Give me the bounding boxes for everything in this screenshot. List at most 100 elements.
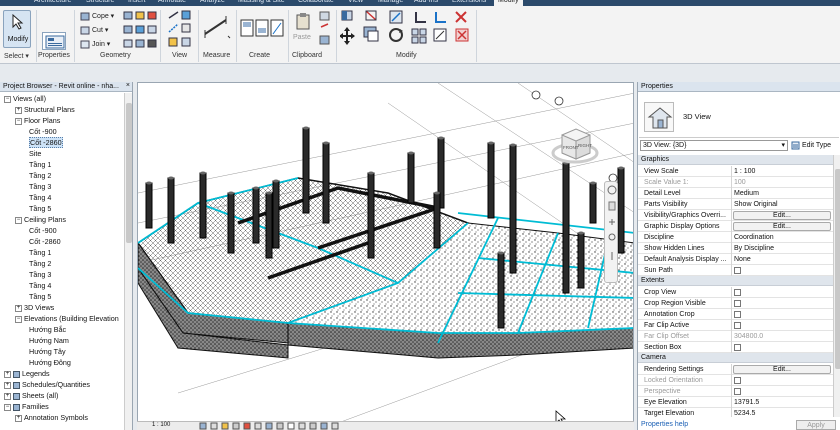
checkbox[interactable] bbox=[734, 300, 741, 307]
navigation-bar[interactable] bbox=[604, 181, 618, 283]
ribbon-tab[interactable]: View bbox=[348, 0, 363, 4]
property-value[interactable]: Edit... bbox=[731, 210, 833, 221]
edit-button[interactable]: Edit... bbox=[733, 222, 831, 231]
checkbox[interactable] bbox=[734, 322, 741, 329]
checkbox[interactable] bbox=[734, 344, 741, 351]
tree-item[interactable]: Tầng 1 bbox=[26, 247, 51, 258]
expand-icon[interactable]: + bbox=[15, 304, 22, 312]
project-browser-scrollbar[interactable] bbox=[124, 93, 132, 430]
edit-button[interactable]: Edit... bbox=[733, 365, 831, 374]
tree-item[interactable]: Cốt -2860 bbox=[26, 137, 63, 148]
ribbon-tab[interactable]: Architecture bbox=[34, 0, 71, 4]
tree-item[interactable]: Hướng Đông bbox=[26, 357, 71, 368]
property-value[interactable] bbox=[731, 342, 833, 353]
ribbon-tab[interactable]: Extensions bbox=[452, 0, 486, 4]
tree-item[interactable]: Tầng 3 bbox=[26, 181, 51, 192]
tree-item[interactable]: Hướng Bắc bbox=[26, 324, 66, 335]
cope-button[interactable]: Cope ▾ bbox=[92, 12, 114, 20]
tree-item[interactable]: + Schedules/Quantities bbox=[4, 379, 90, 390]
collapse-icon[interactable]: − bbox=[15, 117, 22, 125]
expand-icon[interactable]: + bbox=[4, 392, 11, 400]
property-value[interactable]: None bbox=[731, 254, 833, 265]
property-value[interactable]: Medium bbox=[731, 188, 833, 199]
tree-item[interactable]: + Annotation Symbols bbox=[15, 412, 88, 423]
measure-icon[interactable] bbox=[202, 14, 232, 44]
modify-tools-icon[interactable] bbox=[340, 9, 474, 51]
tree-item[interactable]: Tầng 1 bbox=[26, 159, 51, 170]
property-value[interactable]: Edit... bbox=[731, 221, 833, 232]
edit-button[interactable]: Edit... bbox=[733, 211, 831, 220]
tree-item[interactable]: − Families bbox=[4, 401, 49, 412]
geometry-tools-icon[interactable] bbox=[122, 10, 158, 50]
tree-item[interactable]: Tầng 5 bbox=[26, 203, 51, 214]
ribbon-tab[interactable]: Manage bbox=[378, 0, 403, 4]
property-value[interactable] bbox=[731, 298, 833, 309]
ribbon-tab[interactable]: Massing & Site bbox=[238, 0, 285, 4]
properties-help-link[interactable]: Properties help bbox=[641, 421, 688, 428]
paste-icon[interactable] bbox=[295, 12, 311, 30]
modify-button[interactable]: Modify bbox=[3, 10, 31, 48]
expand-icon[interactable]: + bbox=[4, 370, 11, 378]
tree-item[interactable]: + Sheets (all) bbox=[4, 390, 58, 401]
3d-view-canvas[interactable]: FRONT RIGHT bbox=[137, 82, 634, 430]
apply-button[interactable]: Apply bbox=[796, 420, 836, 430]
view-control-icons[interactable] bbox=[199, 422, 349, 430]
tree-item[interactable]: Hướng Nam bbox=[26, 335, 69, 346]
property-group-header[interactable]: Graphics bbox=[638, 155, 833, 165]
collapse-icon[interactable]: − bbox=[4, 403, 11, 411]
collapse-icon[interactable]: − bbox=[15, 315, 22, 323]
ribbon-tab[interactable]: Structure bbox=[86, 0, 114, 4]
tree-item[interactable]: Tầng 2 bbox=[26, 170, 51, 181]
cut-button[interactable]: Cut ▾ bbox=[92, 26, 108, 34]
tree-item[interactable]: Cốt -900 bbox=[26, 126, 57, 137]
checkbox[interactable] bbox=[734, 267, 741, 274]
expand-icon[interactable]: + bbox=[4, 381, 11, 389]
expand-icon[interactable]: + bbox=[15, 106, 22, 114]
tree-item[interactable]: +3D Views bbox=[15, 302, 54, 313]
view-instance-selector[interactable]: 3D View: {3D} ▾ bbox=[640, 140, 788, 151]
clipboard-tools-icon[interactable] bbox=[318, 10, 332, 48]
tree-item[interactable]: Cốt -2860 bbox=[26, 236, 61, 247]
scrollbar-thumb[interactable] bbox=[835, 169, 840, 369]
edit-type-button[interactable]: Edit Type bbox=[791, 140, 837, 151]
view-tools-icon[interactable] bbox=[166, 10, 194, 50]
property-value[interactable]: Show Original bbox=[731, 199, 833, 210]
tree-item[interactable]: − Views (all) bbox=[4, 93, 46, 104]
property-group-header[interactable]: Camera bbox=[638, 353, 833, 363]
tree-item[interactable]: − Floor Plans bbox=[15, 115, 60, 126]
view-scale-indicator[interactable]: 1 : 100 bbox=[152, 422, 170, 428]
ribbon-tab[interactable]: Annotate bbox=[158, 0, 186, 4]
collapse-icon[interactable]: − bbox=[15, 216, 22, 224]
property-value[interactable] bbox=[731, 309, 833, 320]
tree-item[interactable]: Tầng 2 bbox=[26, 258, 51, 269]
ribbon-tab[interactable]: Add-Ins bbox=[414, 0, 438, 4]
scrollbar-thumb[interactable] bbox=[126, 103, 132, 243]
tree-item[interactable]: Tầng 4 bbox=[26, 280, 51, 291]
checkbox[interactable] bbox=[734, 289, 741, 296]
property-value[interactable]: Coordination bbox=[731, 232, 833, 243]
tree-item[interactable]: + Structural Plans bbox=[15, 104, 75, 115]
property-value[interactable] bbox=[731, 287, 833, 298]
ribbon-tab[interactable]: Insert bbox=[128, 0, 146, 4]
tree-item[interactable]: Hướng Tây bbox=[26, 346, 66, 357]
tree-item[interactable]: − Ceiling Plans bbox=[15, 214, 66, 225]
tree-item[interactable]: Cốt -900 bbox=[26, 225, 57, 236]
property-value[interactable]: By Discipline bbox=[731, 243, 833, 254]
properties-button[interactable] bbox=[42, 32, 66, 50]
ribbon-tab[interactable]: Analyze bbox=[200, 0, 225, 4]
property-value[interactable]: 13791.5 bbox=[731, 397, 833, 408]
tree-item[interactable]: + Legends bbox=[4, 368, 50, 379]
tree-item[interactable]: Tầng 4 bbox=[26, 192, 51, 203]
join-button[interactable]: Join ▾ bbox=[92, 40, 110, 48]
property-value[interactable]: 5234.5 bbox=[731, 408, 833, 417]
checkbox[interactable] bbox=[734, 311, 741, 318]
tree-item[interactable]: − Elevations (Building Elevation bbox=[15, 313, 119, 324]
type-selector[interactable]: 3D View bbox=[639, 94, 839, 138]
tree-item[interactable]: Site bbox=[26, 148, 41, 159]
property-value[interactable] bbox=[731, 320, 833, 331]
tree-item[interactable]: Tầng 3 bbox=[26, 269, 51, 280]
properties-scrollbar[interactable] bbox=[833, 155, 840, 417]
create-tools-icon[interactable] bbox=[240, 18, 284, 40]
expand-icon[interactable]: + bbox=[15, 414, 22, 422]
property-group-header[interactable]: Extents bbox=[638, 276, 833, 286]
